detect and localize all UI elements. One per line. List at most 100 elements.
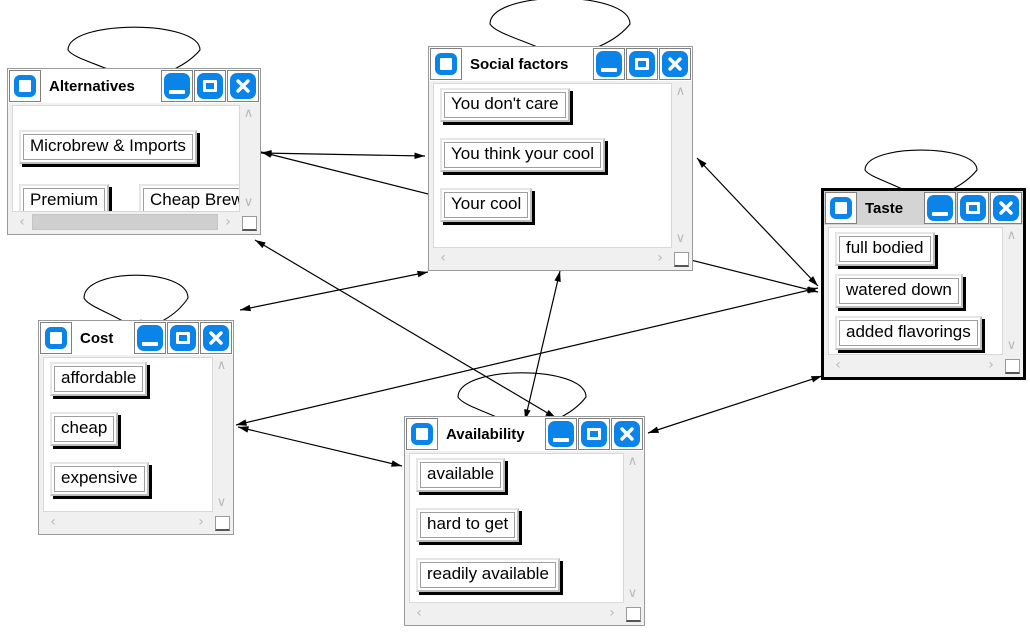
scroll-up-icon[interactable]: ∧ bbox=[625, 455, 640, 469]
scroll-left-icon[interactable]: ‹ bbox=[14, 213, 30, 231]
concept-node-button[interactable]: added flavorings bbox=[835, 316, 982, 350]
vertical-scrollbar[interactable]: ∧ ∨ bbox=[1004, 227, 1019, 355]
concept-node-label: watered down bbox=[839, 278, 959, 304]
concept-node-button[interactable]: watered down bbox=[835, 274, 963, 308]
scroll-down-icon[interactable]: ∨ bbox=[214, 496, 229, 510]
scroll-right-icon[interactable]: › bbox=[652, 249, 668, 267]
maximize-icon[interactable] bbox=[167, 322, 199, 354]
scroll-left-icon[interactable]: ‹ bbox=[435, 249, 451, 267]
scroll-down-icon[interactable]: ∨ bbox=[1004, 339, 1019, 353]
maximize-icon[interactable] bbox=[957, 192, 989, 224]
titlebar-cost[interactable]: Cost bbox=[39, 321, 233, 355]
titlebar-alternatives[interactable]: Alternatives bbox=[8, 69, 260, 103]
resize-grip[interactable] bbox=[626, 607, 641, 622]
minimize-icon[interactable] bbox=[134, 322, 166, 354]
minimize-icon[interactable] bbox=[161, 70, 193, 102]
scroll-left-icon[interactable]: ‹ bbox=[830, 356, 846, 374]
concept-node-label: You don't care bbox=[444, 92, 566, 118]
scroll-left-icon[interactable]: ‹ bbox=[411, 604, 427, 622]
scroll-track[interactable] bbox=[848, 357, 981, 373]
concept-node-button[interactable]: Premium bbox=[19, 184, 110, 211]
titlebar-availability[interactable]: Availability bbox=[405, 417, 644, 451]
vertical-scrollbar[interactable]: ∧ ∨ bbox=[214, 357, 229, 512]
titlebar-taste[interactable]: Taste bbox=[824, 191, 1023, 225]
concept-node-label: Cheap Brew bbox=[143, 188, 239, 211]
horizontal-scrollbar[interactable]: ‹ › bbox=[433, 249, 688, 267]
resize-grip[interactable] bbox=[674, 252, 689, 267]
window-menu-icon[interactable] bbox=[825, 192, 857, 224]
scroll-down-icon[interactable]: ∨ bbox=[625, 587, 640, 601]
scroll-right-icon[interactable]: › bbox=[604, 604, 620, 622]
resize-grip[interactable] bbox=[1005, 359, 1020, 374]
maximize-icon[interactable] bbox=[578, 418, 610, 450]
window-social-factors[interactable]: Social factors You don't care You think yo… bbox=[428, 46, 693, 271]
concept-node-button[interactable]: You think your cool bbox=[440, 138, 606, 172]
scroll-down-icon[interactable]: ∨ bbox=[673, 232, 688, 246]
scroll-track[interactable] bbox=[32, 214, 218, 230]
window-menu-icon[interactable] bbox=[9, 70, 41, 102]
titlebar-spacer bbox=[911, 191, 924, 225]
maximize-icon[interactable] bbox=[194, 70, 226, 102]
close-icon[interactable] bbox=[227, 70, 259, 102]
scroll-up-icon[interactable]: ∧ bbox=[1004, 229, 1019, 243]
scroll-up-icon[interactable]: ∧ bbox=[241, 107, 256, 121]
scroll-track[interactable] bbox=[429, 605, 602, 621]
close-icon[interactable] bbox=[200, 322, 232, 354]
concept-node-button[interactable]: available bbox=[416, 458, 506, 492]
minimize-icon-glyph bbox=[137, 325, 163, 351]
scroll-up-icon[interactable]: ∧ bbox=[673, 85, 688, 99]
window-menu-icon[interactable] bbox=[406, 418, 438, 450]
window-cost[interactable]: Cost affordable cheap expensive ∧ ∨ ‹ › bbox=[38, 320, 234, 535]
window-taste[interactable]: Taste full bodied watered down added flavor… bbox=[821, 188, 1026, 380]
scroll-right-icon[interactable]: › bbox=[220, 213, 236, 231]
scroll-right-icon[interactable]: › bbox=[193, 513, 209, 531]
scroll-thumb[interactable] bbox=[32, 214, 218, 230]
horizontal-scrollbar[interactable]: ‹ › bbox=[409, 604, 640, 622]
scroll-up-icon[interactable]: ∧ bbox=[214, 359, 229, 373]
scroll-down-icon[interactable]: ∨ bbox=[241, 196, 256, 210]
resize-grip[interactable] bbox=[215, 516, 230, 531]
maximize-icon[interactable] bbox=[626, 48, 658, 80]
close-icon[interactable] bbox=[611, 418, 643, 450]
minimize-icon[interactable] bbox=[593, 48, 625, 80]
close-icon[interactable] bbox=[659, 48, 691, 80]
concept-node-button[interactable]: Your cool bbox=[440, 188, 533, 222]
window-title: Social factors bbox=[470, 55, 569, 73]
concept-node-button[interactable]: readily available bbox=[416, 558, 560, 592]
minimize-icon[interactable] bbox=[924, 192, 956, 224]
concept-node-button[interactable]: cheap bbox=[50, 412, 119, 446]
minimize-icon[interactable] bbox=[545, 418, 577, 450]
window-availability[interactable]: Availability available hard to get readily … bbox=[404, 416, 645, 626]
arrowhead-icon bbox=[417, 270, 428, 278]
close-icon-glyph bbox=[203, 325, 229, 351]
window-alternatives[interactable]: Alternatives Microbrew & Imports Premium Ch… bbox=[7, 68, 261, 235]
window-menu-icon[interactable] bbox=[40, 322, 72, 354]
window-menu-icon[interactable] bbox=[430, 48, 462, 80]
concept-node-button[interactable]: expensive bbox=[50, 462, 149, 496]
scroll-track[interactable] bbox=[63, 514, 191, 530]
horizontal-scrollbar[interactable]: ‹ › bbox=[43, 513, 229, 531]
scroll-track[interactable] bbox=[453, 250, 650, 266]
titlebar-left: Alternatives bbox=[8, 69, 143, 103]
concept-node-button[interactable]: affordable bbox=[50, 362, 148, 396]
close-icon-glyph bbox=[993, 195, 1019, 221]
window-title: Taste bbox=[865, 199, 904, 217]
resize-grip[interactable] bbox=[242, 216, 257, 231]
horizontal-scrollbar[interactable]: ‹ › bbox=[828, 356, 1019, 374]
close-icon[interactable] bbox=[990, 192, 1022, 224]
concept-node-label: available bbox=[420, 462, 502, 488]
titlebar-social-factors[interactable]: Social factors bbox=[429, 47, 692, 81]
vertical-scrollbar[interactable]: ∧ ∨ bbox=[625, 453, 640, 603]
arrowhead-icon bbox=[236, 419, 247, 426]
vertical-scrollbar[interactable]: ∧ ∨ bbox=[241, 105, 256, 212]
scroll-right-icon[interactable]: › bbox=[983, 356, 999, 374]
concept-node-button[interactable]: hard to get bbox=[416, 508, 520, 542]
concept-node-button[interactable]: Cheap Brew bbox=[139, 184, 239, 211]
concept-node-button[interactable]: Microbrew & Imports bbox=[19, 130, 197, 164]
vertical-scrollbar[interactable]: ∧ ∨ bbox=[673, 83, 688, 248]
connector-alternatives-to-social-factors bbox=[260, 152, 426, 157]
scroll-left-icon[interactable]: ‹ bbox=[45, 513, 61, 531]
concept-node-button[interactable]: full bodied bbox=[835, 232, 935, 266]
concept-node-button[interactable]: You don't care bbox=[440, 88, 570, 122]
horizontal-scrollbar[interactable]: ‹ › bbox=[12, 213, 256, 231]
